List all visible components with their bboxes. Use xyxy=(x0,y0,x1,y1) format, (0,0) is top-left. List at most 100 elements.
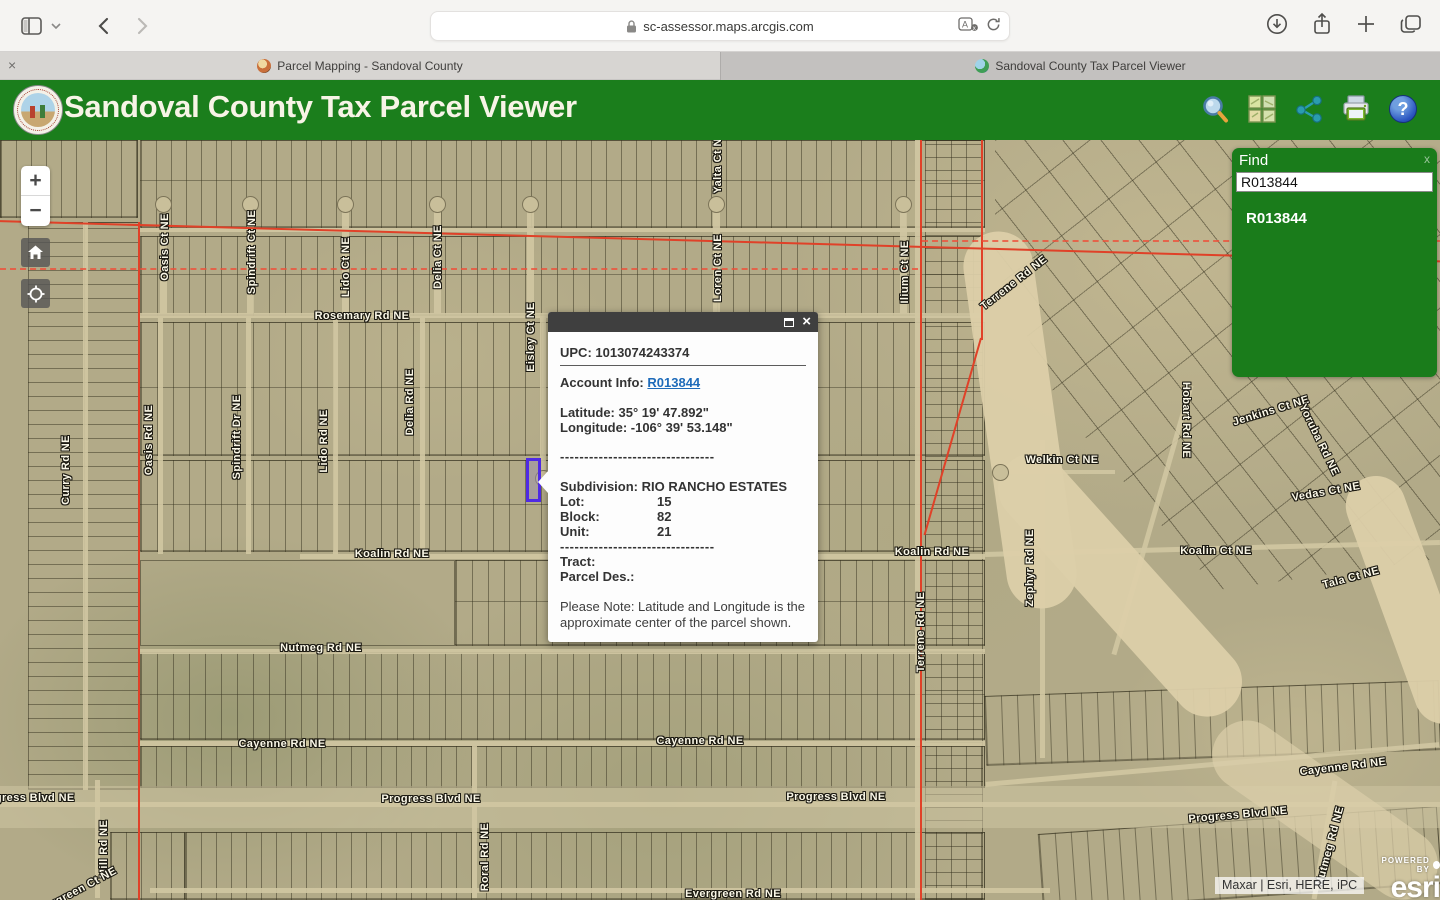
tab-title: Parcel Mapping - Sandoval County xyxy=(277,59,462,73)
map-canvas[interactable]: Oasis Ct NESpindrift Ct NELido Ct NEDeli… xyxy=(0,140,1440,900)
back-button-icon[interactable] xyxy=(90,13,116,39)
road xyxy=(160,212,167,313)
road xyxy=(95,780,100,898)
road xyxy=(527,212,534,313)
cul-de-sac xyxy=(242,196,259,213)
section-line-dashed xyxy=(0,268,918,270)
road xyxy=(158,318,163,554)
street-label: Evergreen Ct NE xyxy=(31,865,119,900)
section-line xyxy=(138,222,140,900)
tab-parcel-mapping[interactable]: × Parcel Mapping - Sandoval County xyxy=(0,52,720,80)
safari-window: sc-assessor.maps.arcgis.com Ax xyxy=(0,0,1440,900)
zoom-out-button[interactable]: − xyxy=(21,196,50,226)
cul-de-sac xyxy=(522,196,539,213)
popup-title-bar[interactable]: × xyxy=(548,312,818,332)
find-panel: Find x R013844 xyxy=(1232,148,1437,377)
find-result-item[interactable]: R013844 xyxy=(1246,210,1437,227)
map-attribution: Maxar | Esri, HERE, iPC xyxy=(1215,877,1364,894)
help-icon[interactable]: ? xyxy=(1388,94,1418,124)
road xyxy=(140,649,985,654)
reload-icon[interactable] xyxy=(986,17,1001,32)
esri-globe-icon xyxy=(1433,861,1440,869)
share-icon[interactable] xyxy=(1312,12,1332,36)
road xyxy=(140,741,985,746)
search-icon[interactable] xyxy=(1200,94,1230,124)
home-button[interactable] xyxy=(21,238,50,267)
cul-de-sac xyxy=(429,196,446,213)
esri-wordmark: esri xyxy=(1372,874,1440,900)
parcel-des-label: Parcel Des.: xyxy=(560,569,806,584)
cul-de-sac xyxy=(155,196,172,213)
sidebar-chevron-icon[interactable] xyxy=(50,13,62,39)
tab-bar: × Parcel Mapping - Sandoval County Sando… xyxy=(0,52,1440,80)
divider-dashes: -------------------------------- xyxy=(560,539,806,554)
parcel-block xyxy=(140,560,455,646)
basemap-gallery-icon[interactable] xyxy=(1247,94,1277,124)
latitude-value: Latitude: 35° 19' 47.892" xyxy=(560,405,806,420)
esri-logo: POWERED BY esri xyxy=(1372,856,1440,900)
svg-text:A: A xyxy=(962,20,968,30)
progress-blvd-corridor xyxy=(0,786,1440,828)
tab-favicon-globe xyxy=(975,59,989,73)
unit-row: Unit:21 xyxy=(560,524,806,539)
cul-de-sac xyxy=(992,464,1009,481)
home-icon xyxy=(27,245,44,260)
find-panel-title: Find xyxy=(1239,152,1437,169)
browser-toolbar: sc-assessor.maps.arcgis.com Ax xyxy=(0,0,1440,52)
url-text: sc-assessor.maps.arcgis.com xyxy=(643,19,814,34)
app-header: Sandoval County Tax Parcel Viewer ? xyxy=(0,80,1440,140)
section-line xyxy=(920,140,922,900)
url-bar[interactable]: sc-assessor.maps.arcgis.com Ax xyxy=(430,11,1010,41)
tract-label: Tract: xyxy=(560,554,806,569)
parcel-block xyxy=(140,652,985,740)
road xyxy=(713,212,720,313)
zoom-in-button[interactable]: + xyxy=(21,166,50,196)
popup-note: Please Note: Latitude and Longitude is t… xyxy=(560,599,806,630)
find-input[interactable] xyxy=(1236,172,1433,192)
longitude-value: Longitude: -106° 39' 53.148" xyxy=(560,420,806,435)
tab-overview-icon[interactable] xyxy=(1400,14,1422,34)
downloads-icon[interactable] xyxy=(1266,13,1288,35)
upc-value: UPC: 1013074243374 xyxy=(560,345,806,360)
page-title: Sandoval County Tax Parcel Viewer xyxy=(64,89,577,125)
forward-button-icon[interactable] xyxy=(130,13,156,39)
tab-favicon-seal xyxy=(257,59,271,73)
account-link[interactable]: R013844 xyxy=(647,375,700,390)
road xyxy=(420,318,425,554)
zoom-control: + − xyxy=(21,166,50,226)
road xyxy=(246,318,251,554)
account-info-row: Account Info: R013844 xyxy=(560,375,806,390)
cul-de-sac xyxy=(895,196,912,213)
share-map-icon[interactable] xyxy=(1294,94,1324,124)
road xyxy=(342,212,349,313)
print-icon[interactable] xyxy=(1341,94,1371,124)
sidebar-toggle-icon[interactable] xyxy=(18,13,44,39)
road xyxy=(900,212,907,313)
road xyxy=(434,212,441,313)
road xyxy=(333,318,338,554)
parcel-block xyxy=(140,236,985,316)
cul-de-sac xyxy=(337,196,354,213)
lock-icon xyxy=(626,20,637,33)
tab-close-icon[interactable]: × xyxy=(8,57,16,73)
locate-button[interactable] xyxy=(21,279,50,308)
tab-tax-parcel-viewer[interactable]: Sandoval County Tax Parcel Viewer xyxy=(720,52,1440,80)
road xyxy=(0,802,1440,807)
translate-icon[interactable]: Ax xyxy=(958,16,978,32)
maximize-icon[interactable] xyxy=(784,318,794,327)
parcel-block xyxy=(140,140,985,228)
road xyxy=(472,746,477,898)
locate-icon xyxy=(27,285,45,303)
tab-title: Sandoval County Tax Parcel Viewer xyxy=(995,59,1185,73)
parcel-block xyxy=(140,746,985,788)
cul-de-sac xyxy=(708,196,725,213)
find-close-icon[interactable]: x xyxy=(1424,152,1430,166)
road xyxy=(83,222,88,790)
close-icon[interactable]: × xyxy=(802,315,811,329)
road xyxy=(540,318,546,478)
popup-leader-arrow xyxy=(538,471,548,493)
parcel-info-popup: × UPC: 1013074243374 Account Info: R0138… xyxy=(548,312,818,642)
popup-body: UPC: 1013074243374 Account Info: R013844… xyxy=(548,332,818,642)
new-tab-icon[interactable] xyxy=(1356,14,1376,34)
lot-row: Lot:15 xyxy=(560,494,806,509)
